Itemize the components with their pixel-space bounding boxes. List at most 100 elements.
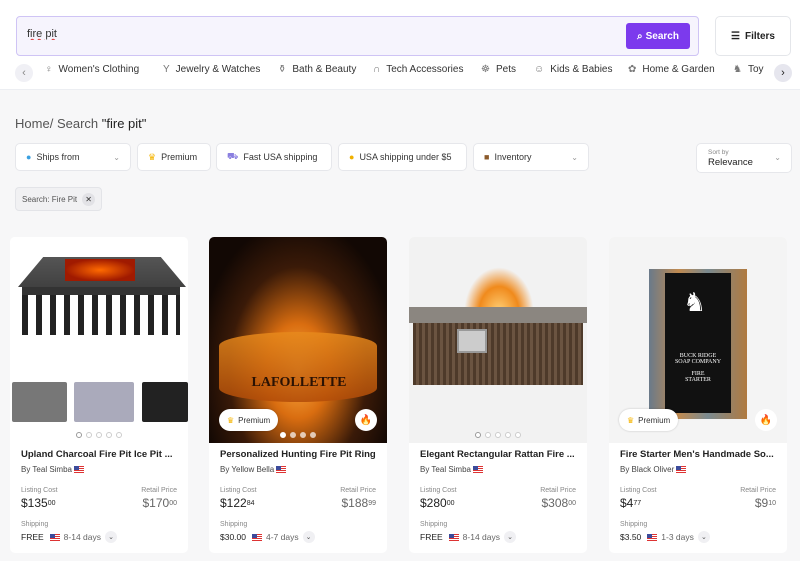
ships-from-dropdown[interactable]: ● Ships from ⌄: [15, 143, 131, 171]
seller-name[interactable]: By Teal Simba: [420, 465, 471, 474]
product-card[interactable]: Elegant Rectangular Rattan Fire ... By T…: [409, 237, 587, 553]
shipping-label: Shipping: [21, 521, 49, 528]
seller-name[interactable]: By Yellow Bella: [220, 465, 274, 474]
product-card[interactable]: Upland Charcoal Fire Pit Ice Pit ... By …: [10, 237, 188, 553]
shipping-cost: $3.50: [620, 532, 642, 542]
chip-label: Fast USA shipping: [243, 152, 318, 162]
seller-name[interactable]: By Teal Simba: [21, 465, 72, 474]
breadcrumb: Home/ Search "fire pit": [15, 116, 146, 131]
close-icon[interactable]: ✕: [82, 192, 96, 206]
category-item[interactable]: ☸ Pets: [481, 64, 516, 75]
price-dollars: $280: [420, 496, 447, 510]
breadcrumb-sep: /: [49, 116, 54, 131]
shipping-cost: $30.00: [220, 532, 246, 542]
fire-icon: 🔥: [355, 409, 377, 431]
necklace-icon: Y: [163, 64, 170, 75]
listing-cost-label: Listing Cost: [620, 487, 657, 494]
filters-button[interactable]: ☰ Filters: [715, 16, 791, 56]
shipping-cost: FREE: [420, 532, 443, 542]
shipping-days: 8-14 days: [462, 532, 501, 542]
price-cents: 00: [446, 500, 455, 507]
inventory-dropdown[interactable]: ■ Inventory ⌄: [473, 143, 589, 171]
premium-chip[interactable]: ♛ Premium: [137, 143, 211, 171]
us-flag-icon: [676, 466, 687, 474]
listing-cost: $12284: [220, 496, 255, 510]
seller: By Black Oliver: [620, 465, 687, 474]
premium-badge: ♛ Premium: [619, 409, 679, 431]
fire-icon: 🔥: [755, 409, 777, 431]
image-carousel-dots[interactable]: [409, 432, 587, 438]
crown-icon: ♛: [227, 415, 235, 425]
boxes-icon: ■: [484, 152, 490, 162]
product-image: [409, 237, 587, 443]
chevron-left-icon[interactable]: ‹: [15, 64, 33, 82]
image-carousel-dots[interactable]: [10, 432, 188, 438]
product-title[interactable]: Personalized Hunting Fire Pit Ring: [220, 449, 376, 460]
price-cents: 00: [47, 500, 56, 507]
product-title[interactable]: Upland Charcoal Fire Pit Ice Pit ...: [21, 449, 173, 460]
premium-label: Premium: [638, 415, 671, 425]
category-item[interactable]: Y Jewelry & Watches: [163, 64, 260, 75]
shipping-days: 1-3 days: [661, 532, 694, 542]
category-label: Home & Garden: [642, 64, 715, 75]
seller-name[interactable]: By Black Oliver: [620, 465, 674, 474]
shipping-label: Shipping: [220, 521, 248, 528]
retail-price-label: Retail Price: [340, 487, 376, 494]
premium-badge: ♛ Premium: [219, 409, 279, 431]
retail-price: $30800: [542, 496, 577, 510]
chevron-right-icon[interactable]: ›: [774, 64, 792, 82]
category-label: Bath & Beauty: [292, 64, 357, 75]
sort-dropdown[interactable]: Sort by Relevance ⌄: [696, 143, 792, 173]
product-title[interactable]: Elegant Rectangular Rattan Fire ...: [420, 449, 575, 460]
retail-price: $18899: [342, 496, 377, 510]
price-cents: 77: [633, 500, 642, 507]
price-dollars: $122: [220, 496, 247, 510]
price-cents: 84: [246, 500, 255, 507]
search-input[interactable]: [27, 28, 587, 40]
globe-icon: ●: [26, 152, 32, 162]
product-card[interactable]: BUCK RIDGE SOAP COMPANY FIRE STARTER ♞ ♛ Pre…: [609, 237, 787, 553]
category-item[interactable]: ♀ Women's Clothing: [45, 64, 139, 75]
product-card[interactable]: LAFOLLETTE ♛ Premium 🔥 Personalized Hunti…: [209, 237, 387, 553]
usa-shipping-under-5-chip[interactable]: ● USA shipping under $5: [338, 143, 467, 171]
sort-label: Sort by: [708, 149, 729, 156]
us-flag-icon: [448, 533, 459, 541]
category-item[interactable]: ♞ Toy: [733, 64, 771, 75]
chip-label: USA shipping under $5: [359, 152, 452, 162]
chevron-down-icon: ⌄: [571, 152, 578, 162]
fast-usa-shipping-chip[interactable]: ⛟ Fast USA shipping: [216, 143, 332, 171]
category-bar: ‹ ♀ Women's Clothing Y Jewelry & Watches ⚱…: [0, 62, 800, 84]
category-item[interactable]: ✿ Home & Garden: [628, 64, 715, 75]
search-button[interactable]: ⌕ Search: [626, 23, 690, 49]
chevron-down-icon[interactable]: ⌄: [105, 531, 118, 543]
image-carousel-dots[interactable]: [209, 432, 387, 438]
category-item[interactable]: ☺ Kids & Babies: [534, 64, 612, 75]
premium-label: Premium: [238, 415, 271, 425]
toy-icon: ♞: [733, 64, 742, 75]
retail-price-label: Retail Price: [740, 487, 776, 494]
us-flag-icon: [473, 466, 483, 474]
bottle-icon: ⚱: [278, 64, 287, 75]
retail-price: $17000: [143, 496, 178, 510]
chevron-down-icon: ⌄: [774, 153, 781, 162]
price-cents: 00: [568, 500, 576, 507]
product-title[interactable]: Fire Starter Men's Handmade So...: [620, 449, 774, 460]
sort-value: Relevance: [708, 157, 753, 168]
seller: By Teal Simba: [420, 465, 483, 474]
chip-label: Ships from: [36, 152, 80, 162]
chevron-down-icon[interactable]: ⌄: [504, 531, 517, 543]
chevron-down-icon[interactable]: ⌄: [302, 531, 315, 543]
category-item[interactable]: ∩ Tech Accessories: [373, 64, 463, 75]
price-dollars: $4: [620, 496, 634, 510]
seller: By Yellow Bella: [220, 465, 287, 474]
dog-icon: ☸: [481, 64, 490, 75]
breadcrumb-home[interactable]: Home: [15, 116, 50, 131]
price-cents: 00: [169, 500, 177, 507]
listing-cost-label: Listing Cost: [21, 487, 58, 494]
crown-icon: ♛: [627, 415, 635, 425]
chevron-down-icon[interactable]: ⌄: [697, 531, 710, 543]
headphones-icon: ∩: [373, 64, 381, 75]
active-filter-tag: Search: Fire Pit ✕: [15, 187, 103, 211]
shipping-info: FREE 8-14 days ⌄: [420, 531, 517, 543]
category-item[interactable]: ⚱ Bath & Beauty: [278, 64, 356, 75]
